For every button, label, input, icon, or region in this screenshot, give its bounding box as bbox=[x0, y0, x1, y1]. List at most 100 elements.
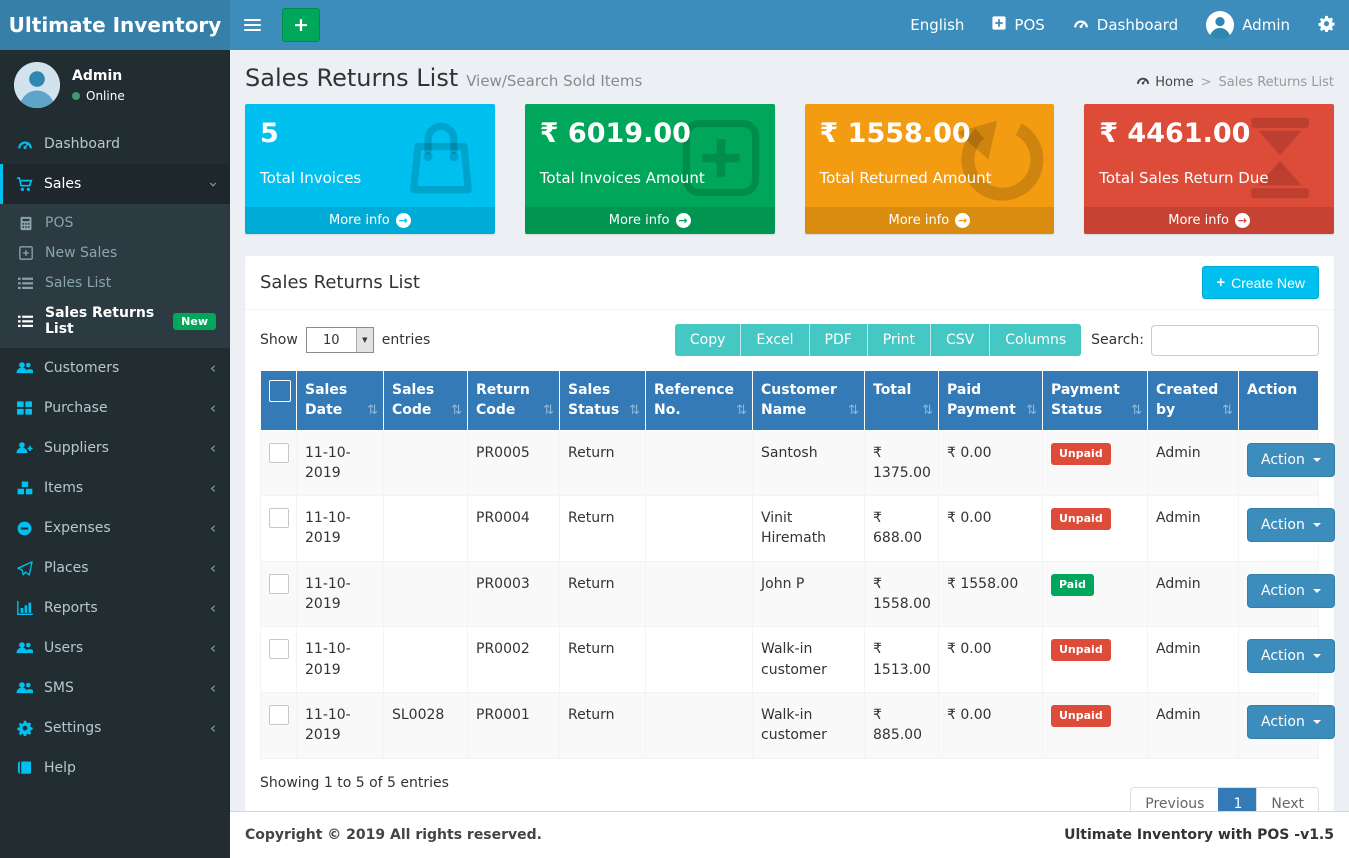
sort-icon: ⇅ bbox=[848, 402, 859, 421]
sidebar-item-customers[interactable]: Customers ‹ bbox=[0, 348, 230, 388]
more-info-link[interactable]: More info→ bbox=[1084, 207, 1334, 234]
sidebar-item-label: Items bbox=[44, 480, 83, 496]
dashboard-icon bbox=[15, 137, 34, 151]
brand-logo[interactable]: Ultimate Inventory bbox=[0, 0, 230, 50]
cart-icon bbox=[15, 176, 34, 192]
action-button[interactable]: Action bbox=[1247, 443, 1335, 477]
pagination: Previous 1 Next bbox=[1130, 787, 1319, 811]
column-total[interactable]: Total⇅ bbox=[865, 371, 939, 431]
row-checkbox[interactable] bbox=[269, 508, 289, 528]
info-box-label: Total Invoices Amount bbox=[525, 149, 775, 187]
column-sales-code[interactable]: Sales Code⇅ bbox=[384, 371, 468, 431]
sidebar-item-help[interactable]: Help bbox=[0, 748, 230, 788]
column-return-code[interactable]: Return Code⇅ bbox=[468, 371, 560, 431]
table-row: 11-10-2019 PR0002 Return Walk-in custome… bbox=[261, 627, 1319, 693]
sales-submenu: POS New Sales Sales List Sales Returns L… bbox=[0, 204, 230, 348]
row-checkbox[interactable] bbox=[269, 574, 289, 594]
nav-user-menu[interactable]: Admin bbox=[1192, 0, 1304, 50]
action-button[interactable]: Action bbox=[1247, 574, 1335, 608]
chevron-left-icon: ‹ bbox=[210, 361, 216, 376]
csv-button[interactable]: CSV bbox=[930, 324, 989, 356]
show-label: Show bbox=[260, 332, 298, 348]
sort-icon: ⇅ bbox=[543, 402, 554, 421]
previous-page-button[interactable]: Previous bbox=[1131, 788, 1218, 811]
sidebar-item-suppliers[interactable]: Suppliers ‹ bbox=[0, 428, 230, 468]
column-payment-status[interactable]: Payment Status⇅ bbox=[1043, 371, 1148, 431]
cogs-icon bbox=[15, 720, 34, 736]
more-info-link[interactable]: More info→ bbox=[805, 207, 1055, 234]
sidebar-item-new-sales[interactable]: New Sales bbox=[0, 238, 230, 268]
info-box-label: Total Sales Return Due bbox=[1084, 149, 1334, 187]
status-badge: Unpaid bbox=[1051, 705, 1111, 727]
breadcrumb-home[interactable]: Home bbox=[1136, 74, 1193, 90]
next-page-button[interactable]: Next bbox=[1256, 788, 1318, 811]
print-button[interactable]: Print bbox=[867, 324, 930, 356]
sidebar-toggle-icon[interactable] bbox=[230, 0, 274, 50]
sidebar-item-users[interactable]: Users ‹ bbox=[0, 628, 230, 668]
column-sales-date[interactable]: Sales Date⇅ bbox=[297, 371, 384, 431]
info-box-label: Total Returned Amount bbox=[805, 149, 1055, 187]
page-1-button[interactable]: 1 bbox=[1218, 788, 1256, 811]
action-button[interactable]: Action bbox=[1247, 639, 1335, 673]
sidebar-item-purchase[interactable]: Purchase ‹ bbox=[0, 388, 230, 428]
column-sales-status[interactable]: Sales Status⇅ bbox=[560, 371, 646, 431]
sort-icon: ⇅ bbox=[1026, 402, 1037, 421]
sidebar-item-pos[interactable]: POS bbox=[0, 208, 230, 238]
chevron-left-icon: ‹ bbox=[210, 601, 216, 616]
more-info-link[interactable]: More info→ bbox=[525, 207, 775, 234]
nav-pos[interactable]: POS bbox=[978, 0, 1058, 50]
row-checkbox[interactable] bbox=[269, 639, 289, 659]
quick-add-button[interactable]: + bbox=[282, 8, 320, 42]
sidebar-item-settings[interactable]: Settings ‹ bbox=[0, 708, 230, 748]
search-label: Search: bbox=[1091, 332, 1144, 348]
sidebar-item-reports[interactable]: Reports ‹ bbox=[0, 588, 230, 628]
sidebar-item-sms[interactable]: SMS ‹ bbox=[0, 668, 230, 708]
select-all-checkbox[interactable] bbox=[269, 380, 291, 402]
sidebar-item-label: Suppliers bbox=[44, 440, 109, 456]
action-button[interactable]: Action bbox=[1247, 508, 1335, 542]
row-checkbox[interactable] bbox=[269, 443, 289, 463]
info-box-value: ₹ 1558.00 bbox=[805, 104, 1055, 149]
column-customer-name[interactable]: Customer Name⇅ bbox=[753, 371, 865, 431]
columns-button[interactable]: Columns bbox=[989, 324, 1081, 356]
breadcrumb-current: Sales Returns List bbox=[1218, 75, 1334, 90]
copy-button[interactable]: Copy bbox=[675, 324, 741, 356]
sidebar-item-sales-list[interactable]: Sales List bbox=[0, 268, 230, 298]
action-button[interactable]: Action bbox=[1247, 705, 1335, 739]
status-badge: Unpaid bbox=[1051, 443, 1111, 465]
create-new-button[interactable]: +Create New bbox=[1202, 266, 1319, 299]
column-paid-payment[interactable]: Paid Payment⇅ bbox=[939, 371, 1043, 431]
info-box-total-invoices: 5 Total Invoices More info→ bbox=[245, 104, 495, 234]
nav-dashboard[interactable]: Dashboard bbox=[1059, 0, 1192, 50]
main-footer: Copyright © 2019 All rights reserved. Ul… bbox=[230, 811, 1349, 858]
column-created-by[interactable]: Created by⇅ bbox=[1148, 371, 1239, 431]
column-reference-no[interactable]: Reference No.⇅ bbox=[646, 371, 753, 431]
info-box-value: ₹ 6019.00 bbox=[525, 104, 775, 149]
version-text: Ultimate Inventory with POS -v1.5 bbox=[1064, 827, 1334, 843]
select-arrow-icon: ▼ bbox=[356, 328, 373, 352]
sidebar-menu: Dashboard Sales ‹ POS New Sales bbox=[0, 124, 230, 788]
chevron-left-icon: ‹ bbox=[210, 721, 216, 736]
more-info-link[interactable]: More info→ bbox=[245, 207, 495, 234]
top-navbar: + English POS Dashboard Admin bbox=[230, 0, 1349, 50]
row-checkbox[interactable] bbox=[269, 705, 289, 725]
excel-button[interactable]: Excel bbox=[740, 324, 808, 356]
search-input[interactable] bbox=[1151, 325, 1319, 356]
sort-icon: ⇅ bbox=[736, 402, 747, 421]
sidebar-item-places[interactable]: Places ‹ bbox=[0, 548, 230, 588]
nav-language[interactable]: English bbox=[896, 0, 978, 50]
sidebar-item-sales[interactable]: Sales ‹ bbox=[0, 164, 230, 204]
export-button-group: Copy Excel PDF Print CSV Columns bbox=[675, 324, 1081, 356]
chevron-left-icon: ‹ bbox=[210, 401, 216, 416]
sidebar-item-items[interactable]: Items ‹ bbox=[0, 468, 230, 508]
new-badge: New bbox=[173, 313, 216, 330]
pdf-button[interactable]: PDF bbox=[809, 324, 867, 356]
sidebar-item-expenses[interactable]: Expenses ‹ bbox=[0, 508, 230, 548]
sidebar-item-dashboard[interactable]: Dashboard bbox=[0, 124, 230, 164]
sidebar-item-label: Users bbox=[44, 640, 83, 656]
bar-chart-icon bbox=[15, 601, 34, 615]
nav-settings[interactable] bbox=[1304, 0, 1349, 50]
chevron-left-icon: ‹ bbox=[210, 561, 216, 576]
page-length-select[interactable]: 10 ▼ bbox=[306, 327, 374, 353]
sidebar-item-sales-returns-list[interactable]: Sales Returns List New bbox=[0, 298, 230, 344]
